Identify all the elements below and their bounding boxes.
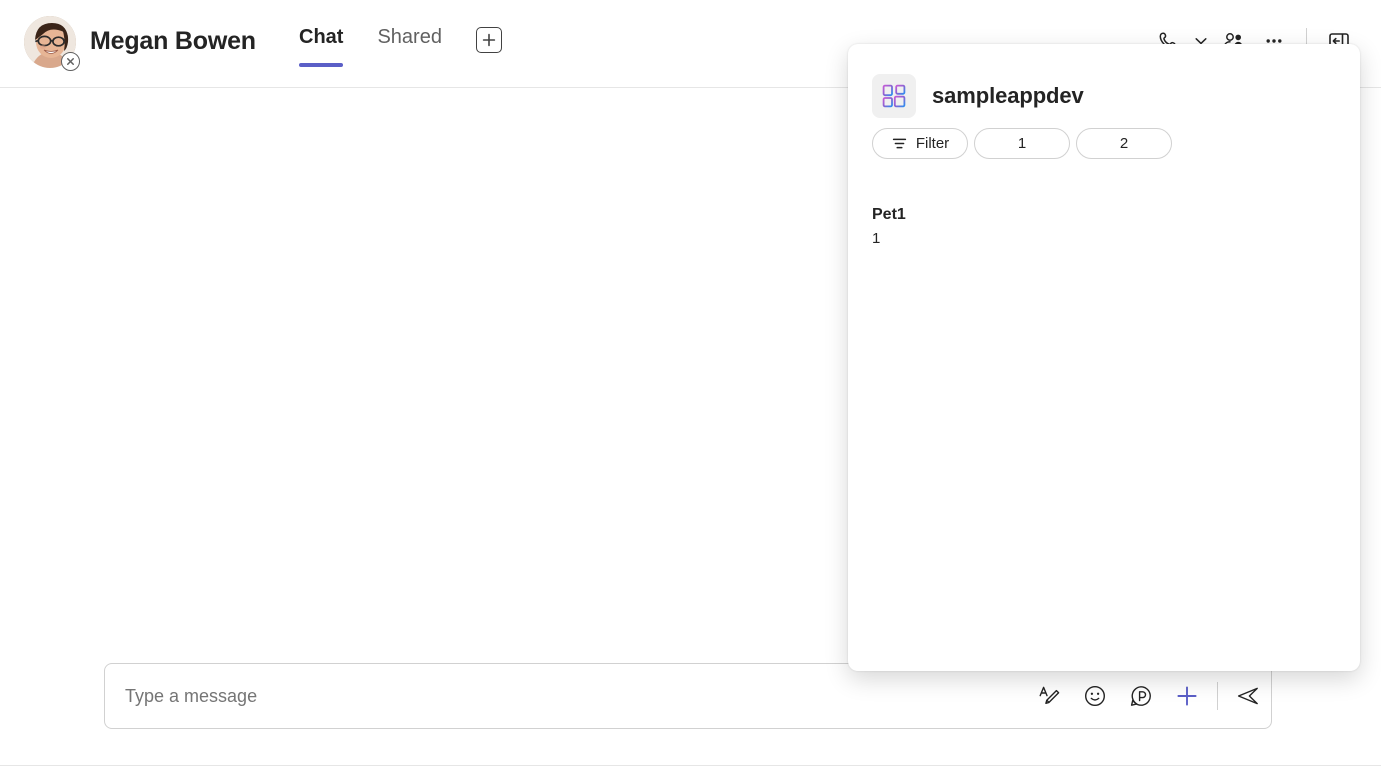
filter-button-label: Filter	[916, 135, 949, 152]
page-title: Megan Bowen	[90, 27, 256, 56]
app-flyout-panel: sampleappdev Filter 1 2 Pet1 1	[848, 44, 1360, 671]
presence-blocked-icon	[61, 52, 80, 71]
format-icon[interactable]	[1026, 673, 1072, 719]
app-panel-filter-bar: Filter 1 2	[872, 128, 1172, 159]
filter-icon	[891, 135, 908, 152]
record-value: 1	[872, 228, 1344, 250]
pill-button-1[interactable]: 1	[974, 128, 1070, 159]
teams-chat-window: Megan Bowen Chat Shared	[0, 0, 1381, 766]
header-tabs: Chat Shared	[299, 26, 502, 67]
send-icon[interactable]	[1225, 673, 1271, 719]
app-panel-title: sampleappdev	[932, 83, 1084, 109]
avatar[interactable]	[24, 16, 76, 68]
app-panel-header: sampleappdev	[872, 74, 1084, 118]
add-tab-button[interactable]	[476, 27, 502, 53]
tab-shared[interactable]: Shared	[377, 26, 442, 67]
app-grid-icon	[872, 74, 916, 118]
list-item[interactable]: Pet1 1	[872, 204, 1344, 250]
compose-toolbar	[1026, 673, 1271, 719]
pill-button-2[interactable]: 2	[1076, 128, 1172, 159]
emoji-icon[interactable]	[1072, 673, 1118, 719]
filter-button[interactable]: Filter	[872, 128, 968, 159]
add-attachment-icon[interactable]	[1164, 673, 1210, 719]
compose-divider	[1217, 682, 1218, 710]
record-name: Pet1	[872, 204, 1344, 225]
app-panel-content: Pet1 1	[872, 204, 1344, 250]
tab-chat[interactable]: Chat	[299, 26, 343, 67]
sticker-icon[interactable]	[1118, 673, 1164, 719]
